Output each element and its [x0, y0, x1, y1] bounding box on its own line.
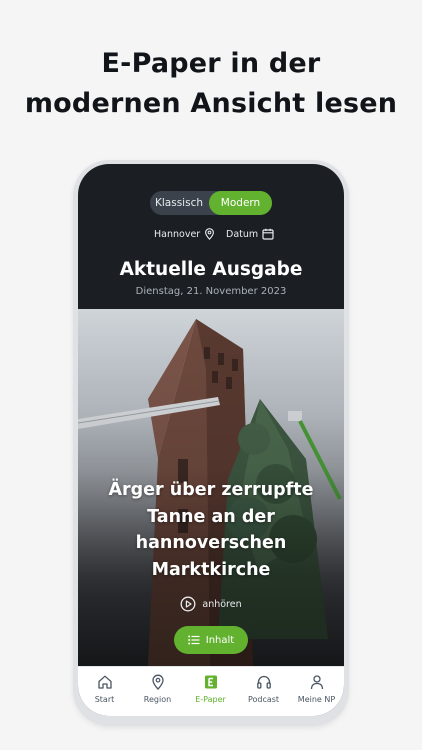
tab-start-label: Start — [94, 695, 115, 704]
promo-headline: E-Paper in der modernen Ansicht lesen — [0, 44, 422, 124]
epaper-icon — [204, 675, 217, 689]
play-circle-icon — [180, 596, 196, 612]
issue-title: Aktuelle Ausgabe — [119, 259, 303, 280]
user-icon — [310, 675, 323, 690]
tab-start[interactable]: Start — [78, 673, 131, 711]
list-icon — [187, 635, 200, 645]
date-filter[interactable]: Datum — [226, 226, 274, 242]
tab-podcast-label: Podcast — [247, 695, 280, 704]
filter-row: Hannover Datum — [78, 226, 344, 242]
toggle-modern[interactable]: Modern — [209, 191, 272, 215]
calendar-icon — [262, 228, 274, 240]
tab-podcast[interactable]: Podcast — [237, 673, 290, 711]
tab-meine-np-label: Meine NP — [297, 695, 336, 704]
tab-epaper-label: E-Paper — [195, 695, 226, 704]
tab-epaper[interactable]: E-Paper — [184, 673, 237, 711]
region-filter[interactable]: Hannover — [154, 226, 215, 242]
home-icon — [97, 675, 112, 689]
promo-line-1: E-Paper in der — [101, 48, 321, 79]
map-pin-icon — [205, 228, 215, 240]
contents-button[interactable]: Inhalt — [174, 626, 248, 654]
tab-region[interactable]: Region — [131, 673, 184, 711]
tab-meine-np[interactable]: Meine NP — [290, 673, 343, 711]
listen-label: anhören — [202, 598, 242, 610]
region-filter-label: Hannover — [154, 228, 201, 240]
map-pin-icon — [151, 674, 164, 690]
listen-button[interactable]: anhören — [78, 595, 344, 613]
cover-story[interactable]: Ärger über zerrupfte Tanne an der hannov… — [78, 309, 344, 666]
bottom-tab-bar: Start Region E-Paper Podcast Meine NP — [78, 666, 344, 716]
headphones-icon — [256, 675, 271, 689]
tab-region-label: Region — [143, 695, 172, 704]
toggle-classic[interactable]: Klassisch — [150, 191, 208, 215]
promo-line-2: modernen Ansicht lesen — [24, 88, 398, 119]
view-toggle[interactable]: Klassisch Modern — [150, 191, 272, 215]
cover-headline[interactable]: Ärger über zerrupfte Tanne an der hannov… — [88, 477, 334, 583]
date-filter-label: Datum — [226, 228, 259, 240]
issue-date: Dienstag, 21. November 2023 — [135, 286, 287, 297]
contents-label: Inhalt — [205, 634, 235, 646]
app-screen: Klassisch Modern Hannover Datum Aktuelle… — [78, 164, 344, 716]
